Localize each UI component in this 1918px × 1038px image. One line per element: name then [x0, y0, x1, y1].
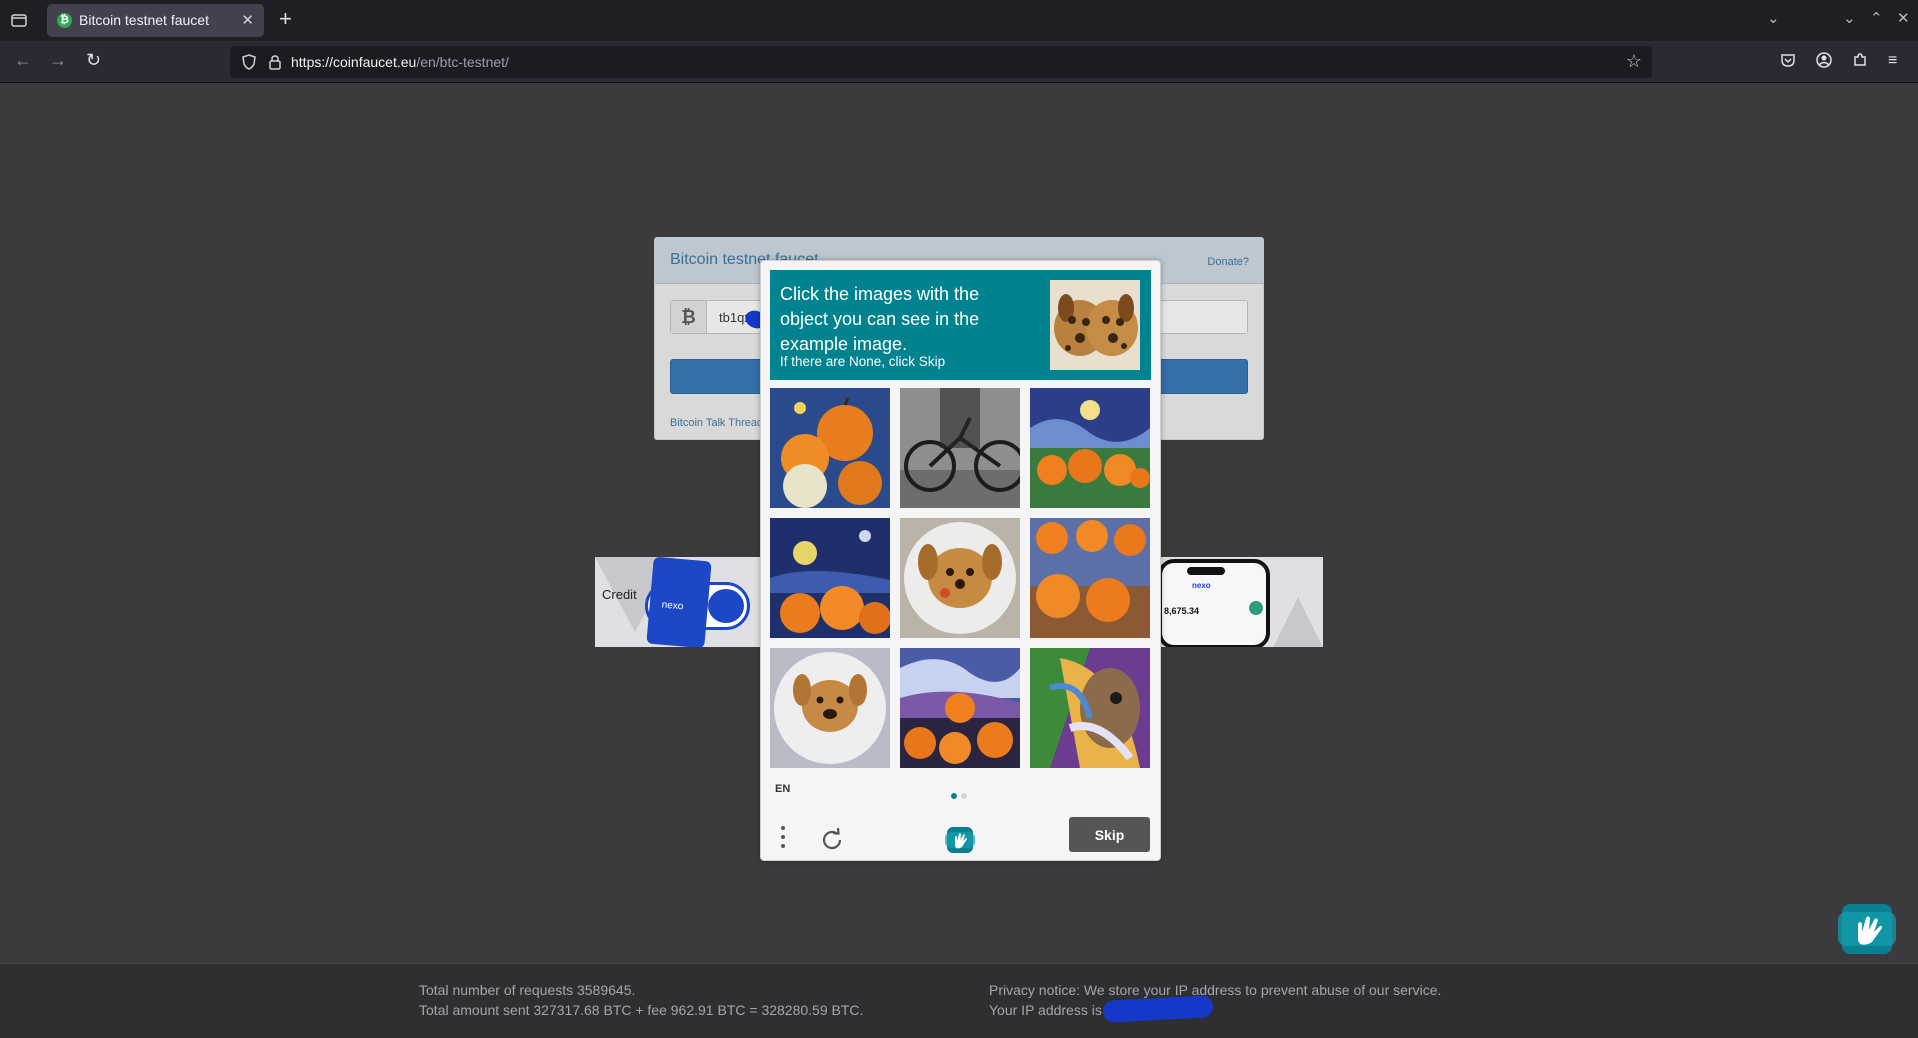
refresh-challenge-icon[interactable] [819, 827, 845, 853]
captcha-tile[interactable] [1030, 388, 1150, 508]
list-all-tabs-icon[interactable]: ⌄ [1767, 9, 1780, 27]
tab-bar: ₿ Bitcoin testnet faucet ✕ + ⌄ ⌄ ⌃ ✕ [0, 0, 1918, 41]
tab-list-icon[interactable] [9, 10, 29, 30]
url-bar[interactable]: https://coinfaucet.eu/en/btc-testnet/ ☆ [230, 46, 1652, 78]
ad-toggle-knob [708, 589, 744, 623]
ad-phone-notch [1187, 567, 1225, 575]
bitcoin-favicon-icon: ₿ [57, 13, 72, 28]
window-close-icon[interactable]: ✕ [1897, 9, 1910, 27]
maximize-icon[interactable]: ⌃ [1870, 9, 1883, 27]
account-icon[interactable] [1816, 52, 1832, 73]
page-dot [961, 793, 967, 799]
bookmark-star-icon[interactable]: ☆ [1626, 51, 1642, 72]
ad-decor-triangle-right [1273, 597, 1323, 647]
close-tab-icon[interactable]: ✕ [241, 11, 254, 29]
captcha-instruction: Click the images with the object you can… [780, 284, 980, 354]
ad-credit-label: Credit [602, 587, 637, 602]
page-dot-active [951, 793, 957, 799]
skip-button[interactable]: Skip [1069, 817, 1150, 852]
url-text: https://coinfaucet.eu/en/btc-testnet/ [291, 54, 509, 70]
captcha-tile[interactable] [770, 388, 890, 508]
donate-link[interactable]: Donate? [1207, 256, 1249, 268]
more-options-icon[interactable] [779, 824, 787, 850]
ad-phone-brand: nexo [1192, 581, 1211, 590]
extensions-icon[interactable] [1852, 52, 1868, 73]
footer: Total number of requests 3589645. Total … [0, 963, 1918, 1038]
captcha-tile[interactable] [900, 648, 1020, 768]
tab-bitcoin-faucet[interactable]: ₿ Bitcoin testnet faucet ✕ [47, 4, 264, 37]
back-arrow-icon[interactable]: ← [14, 50, 32, 71]
lock-icon[interactable] [268, 54, 282, 70]
pocket-icon[interactable] [1780, 52, 1796, 73]
new-tab-button[interactable]: + [279, 6, 292, 32]
url-path: /en/btc-testnet/ [416, 54, 509, 70]
bitcoin-symbol-icon: ₿ [671, 301, 707, 333]
ip-address-text: Your IP address is [989, 1002, 1102, 1018]
hcaptcha-challenge: Click the images with the object you can… [760, 260, 1161, 861]
captcha-tile[interactable] [770, 518, 890, 638]
url-host: https://coinfaucet.eu [291, 54, 417, 70]
ad-star-badge-icon [1249, 601, 1263, 615]
total-amount-text: Total amount sent 327317.68 BTC + fee 96… [419, 1002, 864, 1018]
captcha-tile[interactable] [900, 388, 1020, 508]
example-image [1050, 280, 1140, 370]
language-selector[interactable]: EN [775, 783, 790, 795]
bitcoin-talk-link[interactable]: Bitcoin Talk Thread [670, 417, 763, 429]
menu-hamburger-icon[interactable]: ≡ [1888, 52, 1897, 70]
hcaptcha-badge-icon[interactable] [1836, 898, 1898, 960]
captcha-tile[interactable] [770, 648, 890, 768]
ad-phone-amount: 8,675.34 [1164, 606, 1200, 616]
page-indicator [951, 786, 971, 804]
captcha-prompt: Click the images with the object you can… [770, 270, 1151, 380]
tracking-shield-icon[interactable] [242, 54, 256, 70]
captcha-tile[interactable] [1030, 518, 1150, 638]
privacy-notice-text: Privacy notice: We store your IP address… [989, 982, 1442, 998]
total-requests-text: Total number of requests 3589645. [419, 982, 636, 998]
ad-phone-graphic: nexo 8,675.34 [1158, 559, 1270, 647]
tab-title: Bitcoin testnet faucet [79, 12, 209, 28]
nav-bar: ← → ↻ https://coinfaucet.eu/en/btc-testn… [0, 41, 1918, 83]
reload-icon[interactable]: ↻ [86, 50, 101, 71]
captcha-tile[interactable] [900, 518, 1020, 638]
minimize-icon[interactable]: ⌄ [1843, 9, 1856, 27]
captcha-tile[interactable] [1030, 648, 1150, 768]
ad-card-brand: nexo [661, 599, 684, 613]
ip-redaction-scribble [1102, 995, 1214, 1023]
ad-card-graphic: nexo [646, 557, 712, 647]
forward-arrow-icon[interactable]: → [49, 50, 67, 71]
captcha-sub-instruction: If there are None, click Skip [780, 354, 946, 369]
hcaptcha-logo-icon[interactable] [944, 824, 976, 856]
